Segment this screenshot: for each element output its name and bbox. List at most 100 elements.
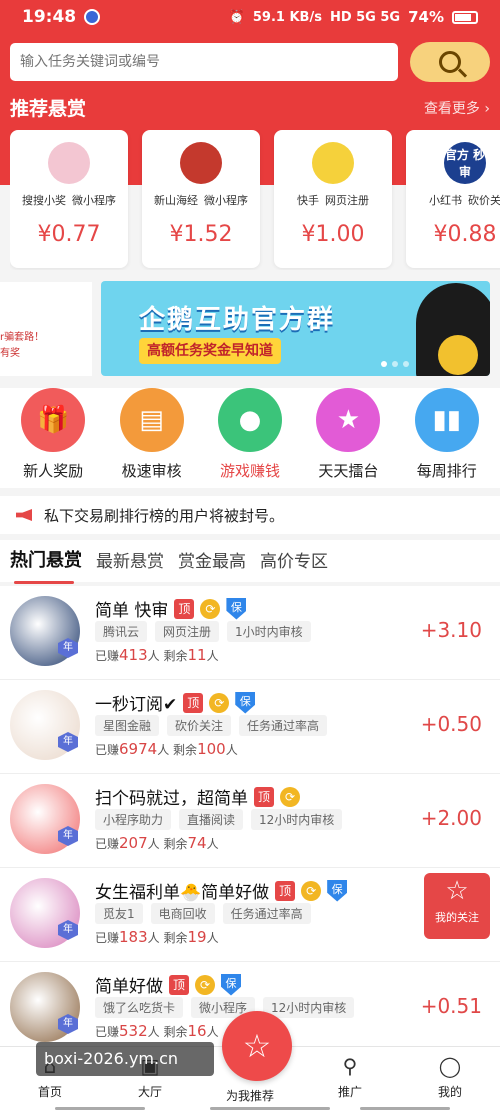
follow-label: 我的关注: [435, 911, 479, 924]
recommend-card-price: ¥1.52: [169, 222, 233, 247]
my-follow-button[interactable]: ☆ 我的关注: [424, 873, 490, 939]
task-tags: 小程序助力 直播阅读 12小时内审核: [95, 809, 343, 830]
app-logo-icon: [180, 142, 222, 184]
battery-icon: [452, 10, 478, 24]
recommend-card-name: 新山海经: [154, 194, 198, 207]
refresh-badge-icon: ⟳: [280, 786, 300, 807]
task-row[interactable]: 年一秒订阅✔ 顶 ⟳ 保星图金融 砍价关注 任务通过率高 已赚6974人 剩余100人 +0.…: [0, 680, 500, 774]
notice-text: 私下交易刷排行榜的用户将被封号。: [44, 506, 285, 525]
task-title: 简单好做: [95, 977, 163, 997]
speaker-icon: [16, 509, 32, 521]
task-reward: +3.10: [420, 618, 482, 642]
task-tags: 腾讯云 网页注册 1小时内审核: [95, 621, 311, 642]
remaining-suffix: 人: [206, 837, 219, 851]
recommend-card[interactable]: 新山海经 微小程序 ¥1.52: [142, 130, 260, 268]
search-button[interactable]: [410, 42, 490, 82]
task-tag: 12小时内审核: [251, 809, 343, 830]
recommend-card-price: ¥0.88: [433, 222, 497, 247]
quick-action-label: 天天擂台: [318, 462, 379, 480]
guarantee-shield-icon: 保: [221, 973, 241, 996]
remaining-suffix: 人: [206, 649, 219, 663]
task-stats: 已赚413人 剩余11人: [95, 646, 219, 664]
earned-count: 183: [119, 928, 148, 946]
gesture-bar: [0, 1107, 500, 1111]
earned-suffix: 人: [147, 649, 160, 663]
remaining-count: 74: [187, 834, 207, 852]
recommend-card[interactable]: 搜搜小奖 微小程序 ¥0.77: [10, 130, 128, 268]
alarm-icon: ⏰: [228, 9, 245, 25]
task-list: 年简单 快审顶 ⟳ 保腾讯云 网页注册 1小时内审核 已赚413人 剩余11人 +3.10 年…: [0, 586, 500, 1056]
quick-action-gift[interactable]: 🎁 新人奖励: [8, 388, 98, 488]
banner-prev-text: 有奖: [0, 348, 20, 359]
recommend-card-type: 微小程序: [72, 194, 116, 207]
earned-count: 532: [119, 1022, 148, 1040]
gift-icon: 🎁: [21, 388, 86, 452]
recommend-card-type: 砍价关: [468, 194, 500, 207]
remaining-count: 19: [187, 928, 207, 946]
quick-action-bar-chart[interactable]: ▮▮ 每周排行: [402, 388, 492, 488]
tab-3[interactable]: 高价专区: [260, 547, 328, 576]
promo-banner[interactable]: 企鹅互助官方群 高额任务奖金早知道: [101, 281, 490, 376]
task-tag: 12小时内审核: [263, 997, 355, 1018]
gamepad-icon: ●: [217, 388, 282, 452]
app-logo-icon: 官方 秒审: [444, 142, 486, 184]
task-row[interactable]: 年扫个码就过，超简单顶 ⟳ 小程序助力 直播阅读 12小时内审核 已赚207人 剩余74人…: [0, 774, 500, 868]
refresh-badge-icon: ⟳: [200, 598, 221, 619]
earned-suffix: 人: [157, 743, 170, 757]
earned-prefix: 已赚: [95, 649, 120, 663]
earned-prefix: 已赚: [95, 837, 120, 851]
view-more-link[interactable]: 查看更多 ›: [424, 98, 490, 118]
recommend-card-meta: 新山海经 微小程序: [142, 192, 260, 208]
task-stats: 已赚532人 剩余16人: [95, 1022, 219, 1040]
nav-label: 推广: [337, 1085, 362, 1099]
task-title-row: 扫个码就过，超简单顶 ⟳: [95, 784, 300, 809]
task-row[interactable]: 年简单 快审顶 ⟳ 保腾讯云 网页注册 1小时内审核 已赚413人 剩余11人 +3.10: [0, 586, 500, 680]
quick-action-gamepad[interactable]: ● 游戏赚钱: [205, 388, 295, 488]
earned-prefix: 已赚: [95, 743, 120, 757]
task-tag: 网页注册: [155, 621, 220, 642]
task-tabs: 热门悬赏 最新悬赏 赏金最高 高价专区: [0, 540, 500, 584]
quick-action-label: 新人奖励: [23, 462, 84, 480]
net-speed: 59.1 KB/s: [252, 9, 322, 25]
status-bar: 19:48 ⏰ 59.1 KB/s HD 5G 5G 74%: [0, 0, 500, 34]
quick-action-trophy[interactable]: ★ 天天擂台: [303, 388, 393, 488]
bar-chart-icon: ▮▮: [414, 388, 479, 452]
task-tag: 饿了么吃货卡: [95, 997, 184, 1018]
remaining-suffix: 人: [225, 743, 238, 757]
nav-label: 为我推荐: [225, 1089, 274, 1103]
tab-1[interactable]: 最新悬赏: [96, 547, 164, 576]
nav-star[interactable]: ☆ 为我推荐: [200, 1011, 300, 1111]
remaining-suffix: 人: [206, 931, 219, 945]
remaining-count: 11: [187, 646, 207, 664]
task-title: 扫个码就过，超简单: [95, 789, 248, 809]
recommend-card-type: 微小程序: [204, 194, 248, 207]
watermark: boxi-2026.ym.cn: [36, 1042, 214, 1076]
recommend-card[interactable]: 快手 网页注册 ¥1.00: [274, 130, 392, 268]
tab-0[interactable]: 热门悬赏: [10, 546, 82, 584]
refresh-badge-icon: ⟳: [209, 692, 230, 713]
recommend-card-price: ¥0.77: [37, 222, 101, 247]
nav-user[interactable]: ◯ 我的: [400, 1047, 500, 1111]
nav-share[interactable]: ⚲ 推广: [300, 1047, 400, 1111]
search-input[interactable]: [10, 43, 398, 81]
earned-prefix: 已赚: [95, 931, 120, 945]
pinned-badge: 顶: [275, 880, 296, 901]
banner-prev-slide[interactable]: r骗套路！ 有奖: [0, 282, 92, 376]
remaining-prefix: 剩余: [163, 931, 188, 945]
share-icon: ⚲: [342, 1054, 358, 1078]
task-tag: 小程序助力: [95, 809, 172, 830]
task-tags: 觅友1 电商回收 任务通过率高: [95, 903, 311, 924]
recommend-card-meta: 小红书 砍价关: [406, 192, 500, 208]
task-tag: 任务通过率高: [239, 715, 328, 736]
tab-2[interactable]: 赏金最高: [178, 547, 246, 576]
search-icon: [439, 51, 461, 73]
remaining-count: 100: [197, 740, 226, 758]
task-reward: +2.00: [420, 806, 482, 830]
app-logo-icon: [312, 142, 354, 184]
guarantee-shield-icon: 保: [327, 879, 348, 902]
task-tag: 1小时内审核: [227, 621, 311, 642]
task-stats: 已赚6974人 剩余100人: [95, 740, 238, 758]
quick-action-document[interactable]: ▤ 极速审核: [107, 388, 197, 488]
quick-action-label: 每周排行: [416, 462, 477, 480]
recommend-card[interactable]: 官方 秒审小红书 砍价关 ¥0.88: [406, 130, 500, 268]
